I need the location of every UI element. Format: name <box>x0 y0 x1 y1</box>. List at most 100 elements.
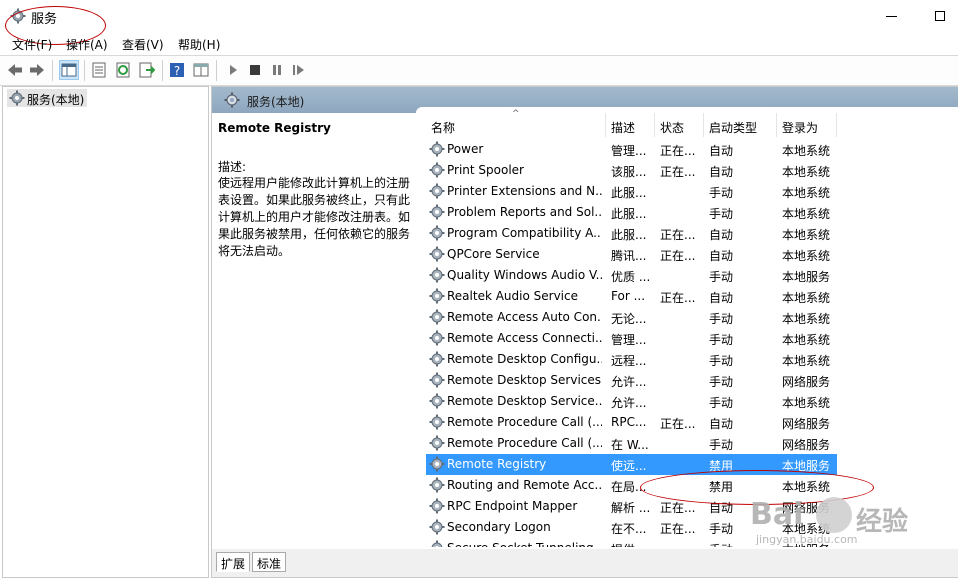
cell-name: Routing and Remote Acc... <box>447 478 602 492</box>
toolbar-separator <box>52 60 53 81</box>
cell-startup-type: 自动 <box>709 417 734 431</box>
menu-file[interactable]: 文件(F) <box>12 36 52 53</box>
column-header-description[interactable]: 描述 <box>611 119 635 136</box>
service-gear-icon <box>429 540 445 547</box>
forward-arrow-icon[interactable] <box>28 61 46 79</box>
pause-service-icon[interactable] <box>268 61 286 79</box>
service-gear-icon <box>429 225 445 241</box>
table-row[interactable]: QPCore Service 腾讯... 正在... 自动 本地系统 <box>426 244 837 265</box>
menu-help[interactable]: 帮助(H) <box>178 36 220 53</box>
stop-service-icon[interactable] <box>246 61 264 79</box>
cell-name: Remote Procedure Call (... <box>447 415 602 429</box>
tab-extended[interactable]: 扩展 <box>216 552 251 572</box>
service-gear-icon <box>429 393 445 409</box>
table-row[interactable]: Remote Procedure Call (... RPC... 正在... 自动 网… <box>426 412 837 433</box>
tree-node-label: 服务(本地) <box>27 93 85 107</box>
help-icon[interactable]: ? <box>168 61 186 79</box>
table-row[interactable]: Remote Desktop Services 允许... 手动 网络服务 <box>426 370 837 391</box>
cell-description: 管理... <box>611 144 647 158</box>
cell-name: Printer Extensions and N... <box>447 184 602 198</box>
column-divider[interactable] <box>605 113 606 137</box>
cell-startup-type: 自动 <box>709 165 734 179</box>
cell-name: Remote Desktop Service... <box>447 394 602 408</box>
maximize-button[interactable] <box>926 6 954 26</box>
table-row[interactable]: Printer Extensions and N... 此服... 手动 本地系统 <box>426 181 837 202</box>
console-tree: 服务(本地) <box>2 86 209 578</box>
table-row[interactable]: Program Compatibility A... 此服... 正在... 自动 本地… <box>426 223 837 244</box>
table-row[interactable]: Realtek Audio Service For ... 正在... 自动 本地系统 <box>426 286 837 307</box>
column-divider[interactable] <box>654 113 655 137</box>
cell-log-on-as: 本地系统 <box>782 186 831 200</box>
column-header-startup-type[interactable]: 启动类型 <box>709 119 757 136</box>
table-row[interactable]: Print Spooler 该服... 正在... 自动 本地系统 <box>426 160 837 181</box>
service-gear-icon <box>429 183 445 199</box>
cell-name: Problem Reports and Sol... <box>447 205 602 219</box>
cell-name: Remote Access Auto Con... <box>447 310 602 324</box>
minimize-button[interactable] <box>878 6 906 26</box>
cell-log-on-as: 网络服务 <box>782 417 831 431</box>
column-header-name[interactable]: 名称 <box>431 119 455 136</box>
cell-startup-type: 手动 <box>709 396 734 410</box>
cell-name: Power <box>447 142 484 156</box>
service-gear-icon <box>429 351 445 367</box>
back-arrow-icon[interactable] <box>6 61 24 79</box>
cell-startup-type: 手动 <box>709 186 734 200</box>
tab-label: 扩展 <box>221 557 246 571</box>
table-row[interactable]: Remote Desktop Service... 允许... 手动 本地系统 <box>426 391 837 412</box>
cell-name: Secure Socket Tunneling ... <box>447 541 602 547</box>
cell-startup-type: 手动 <box>709 354 734 368</box>
cell-name: Remote Registry <box>447 457 547 471</box>
tab-standard[interactable]: 标准 <box>252 552 287 572</box>
service-name-heading: Remote Registry <box>218 121 331 135</box>
properties-icon[interactable] <box>90 61 108 79</box>
cell-status: 正在... <box>660 228 696 242</box>
menu-action[interactable]: 操作(A) <box>66 36 108 53</box>
service-gear-icon <box>429 204 445 220</box>
toolbar-separator <box>84 60 85 81</box>
cell-log-on-as: 本地系统 <box>782 396 831 410</box>
table-row[interactable]: Quality Windows Audio V... 优质 ... 手动 本地服务 <box>426 265 837 286</box>
cell-log-on-as: 本地系统 <box>782 312 831 326</box>
menu-view[interactable]: 查看(V) <box>122 36 164 53</box>
cell-startup-type: 手动 <box>709 270 734 284</box>
services-list[interactable]: ^ 名称 描述 状态 启动类型 登录为 Power 管理... 正在... 自动 本地系… <box>416 107 958 547</box>
svg-text:?: ? <box>174 64 180 78</box>
table-row[interactable]: Remote Access Auto Con... 无论... 手动 本地系统 <box>426 307 837 328</box>
sort-ascending-icon: ^ <box>512 109 520 119</box>
cell-name: Remote Desktop Configu... <box>447 352 602 366</box>
cell-status: 正在... <box>660 144 696 158</box>
table-row[interactable]: Remote Desktop Configu... 远程... 手动 本地系统 <box>426 349 837 370</box>
service-gear-icon <box>429 246 445 262</box>
refresh-icon[interactable] <box>114 61 132 79</box>
table-row[interactable]: Remote Procedure Call (... 在 W... 手动 网络服务 <box>426 433 837 454</box>
menu-bar: 文件(F) 操作(A) 查看(V) 帮助(H) <box>0 33 958 54</box>
table-row[interactable]: Power 管理... 正在... 自动 本地系统 <box>426 139 837 160</box>
cell-name: Program Compatibility A... <box>447 226 602 240</box>
column-header-log-on-as[interactable]: 登录为 <box>782 119 818 136</box>
start-service-icon[interactable] <box>224 61 242 79</box>
cell-log-on-as: 本地系统 <box>782 165 831 179</box>
cell-log-on-as: 本地系统 <box>782 249 831 263</box>
cell-status: 正在... <box>660 522 696 536</box>
paw-logo-icon <box>816 497 852 533</box>
console-tree-icon[interactable] <box>59 60 79 80</box>
watermark-url: jingyan.baidu.com <box>756 533 858 546</box>
cell-name: Remote Access Connecti... <box>447 331 602 345</box>
cell-description: RPC... <box>611 415 647 429</box>
tree-node-services-local[interactable]: 服务(本地) <box>7 89 88 107</box>
export-list-icon[interactable] <box>138 61 156 79</box>
service-gear-icon <box>429 519 445 535</box>
cell-log-on-as: 本地服务 <box>782 270 831 284</box>
cell-description: 管理... <box>611 333 647 347</box>
column-divider[interactable] <box>836 113 837 137</box>
column-header-status[interactable]: 状态 <box>660 119 684 136</box>
column-divider[interactable] <box>776 113 777 137</box>
cell-description: 使远... <box>611 459 647 473</box>
table-row[interactable]: Problem Reports and Sol... 此服... 手动 本地系统 <box>426 202 837 223</box>
table-row[interactable]: Remote Access Connecti... 管理... 手动 本地系统 <box>426 328 837 349</box>
watermark-suffix: 经验 <box>856 507 909 537</box>
column-divider[interactable] <box>703 113 704 137</box>
cell-startup-type: 自动 <box>709 249 734 263</box>
restart-service-icon[interactable] <box>290 61 308 79</box>
show-hide-pane-icon[interactable] <box>192 61 210 79</box>
